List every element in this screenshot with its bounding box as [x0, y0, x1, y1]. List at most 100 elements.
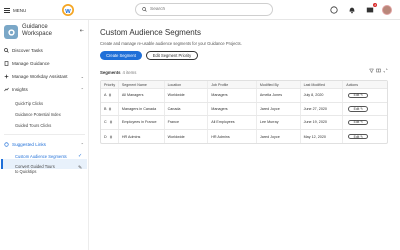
- sidebar: Guidance Workspace ⇤ Discover Tasks Mana…: [0, 20, 89, 250]
- sidebar-item-manage-guidance[interactable]: Manage Guidance: [4, 59, 86, 68]
- priority-value: D: [104, 134, 107, 139]
- create-segment-button[interactable]: Create Segment: [100, 51, 142, 60]
- checkmark-icon: ✓: [78, 153, 83, 159]
- actions-cell: Edit ✎: [343, 103, 387, 116]
- edit-button[interactable]: Edit ✎: [348, 119, 369, 126]
- job-profile-cell: Managers: [208, 102, 257, 116]
- sidebar-item-discover-tasks[interactable]: Discover Tasks: [4, 46, 86, 55]
- workspace-icon: [4, 25, 18, 39]
- page-title: Custom Audience Segments: [100, 28, 201, 37]
- job-profile-cell: Managers: [208, 89, 257, 102]
- sidebar-subitem-custom-audience-segments[interactable]: Custom Audience Segments: [15, 154, 67, 159]
- actions-cell: Edit ✎: [343, 116, 387, 129]
- col-header-segment-name[interactable]: Segment Name: [119, 81, 165, 88]
- sparkle-icon: [4, 74, 9, 79]
- sidebar-subitem-guided-tours-clicks[interactable]: Guided Tours Clicks: [15, 123, 51, 128]
- col-header-last-modified[interactable]: Last Modified: [301, 81, 344, 88]
- sidebar-subitem-guidance-potential-index[interactable]: Guidance Potential Index: [15, 112, 61, 117]
- segments-table: Priority Segment Name Location Job Profi…: [100, 80, 388, 145]
- search-icon: [142, 7, 147, 12]
- col-header-job-profile[interactable]: Job Profile: [208, 81, 257, 88]
- location-cell: Worldwide: [165, 129, 209, 144]
- drag-priority-icon[interactable]: [109, 120, 113, 125]
- col-header-modified-by[interactable]: Modified By: [257, 81, 301, 88]
- pencil-icon: ✎: [360, 106, 364, 111]
- edit-button[interactable]: Edit ✎: [348, 106, 369, 112]
- edit-label: Edit: [353, 120, 360, 125]
- notifications-button[interactable]: [346, 4, 357, 15]
- priority-value: A: [104, 93, 107, 98]
- pencil-icon: ✎: [360, 93, 364, 98]
- col-header-location[interactable]: Location: [165, 81, 209, 88]
- edit-label: Edit: [353, 93, 360, 98]
- inbox-icon: [366, 7, 373, 12]
- sidebar-item-insights[interactable]: Insights ⌃: [4, 85, 86, 94]
- modified-by-cell: Jared Joyce: [257, 102, 301, 116]
- magnifier-icon: [4, 48, 9, 53]
- sidebar-item-suggested-links[interactable]: Suggested Links ⌃: [4, 140, 86, 149]
- link-icon: [4, 142, 9, 147]
- priority-value: C: [104, 120, 107, 125]
- job-profile-cell: All Employees: [208, 116, 257, 129]
- segment-count-label: Segments: [100, 70, 121, 75]
- location-cell: Canada: [165, 102, 209, 116]
- edit-segment-priority-button[interactable]: Edit Segment Priority: [146, 51, 198, 60]
- pencil-icon: ✎: [360, 134, 364, 139]
- filter-icon[interactable]: [369, 68, 374, 73]
- edit-label: Edit: [353, 106, 360, 111]
- sidebar-item-label: Suggested Links: [12, 142, 46, 147]
- priority-value: B: [104, 106, 107, 111]
- modified-by-cell: Jared Joyce: [257, 129, 301, 144]
- segment-count-value: 4 items: [122, 70, 137, 75]
- segment-name-cell: Employees in France: [119, 116, 165, 129]
- drag-priority-icon[interactable]: [109, 134, 113, 139]
- document-icon: [4, 61, 9, 66]
- chevron-up-icon: ⌃: [80, 87, 84, 92]
- workday-logo[interactable]: w: [61, 3, 75, 17]
- sidebar-subitem-quicktip-clicks[interactable]: QuickTip Clicks: [15, 101, 43, 106]
- inbox-button[interactable]: 2: [364, 3, 377, 15]
- edit-label: Edit: [353, 134, 360, 139]
- priority-cell: B: [101, 102, 119, 116]
- edit-button[interactable]: Edit ✎: [348, 133, 369, 140]
- sidebar-item-manage-workday-assistant[interactable]: Manage Workday Assistant ⌄: [4, 72, 86, 81]
- segment-name-cell: HR Admins: [119, 129, 165, 144]
- col-header-priority[interactable]: Priority: [101, 81, 119, 88]
- search-box[interactable]: [135, 3, 273, 16]
- sidebar-divider: [4, 134, 85, 135]
- last-modified-cell: June 19, 2020: [301, 116, 344, 129]
- location-cell: France: [165, 116, 209, 129]
- svg-text:w: w: [64, 8, 71, 15]
- job-profile-cell: HR Admins: [208, 129, 257, 144]
- table-row: C Employees in France France All Employe…: [101, 116, 387, 130]
- search-input[interactable]: [150, 7, 260, 12]
- priority-cell: A: [101, 89, 119, 102]
- collapse-icon[interactable]: ⇤: [80, 28, 84, 34]
- sidebar-item-label: Insights: [12, 87, 28, 92]
- sidebar-subitem-convert-guided-tours[interactable]: Convert Guided Tours to Quicktips: [15, 164, 55, 175]
- last-modified-cell: May 12, 2020: [301, 129, 344, 144]
- pencil-icon: ✎: [360, 120, 364, 125]
- bell-icon: [349, 7, 354, 13]
- chat-icon: [329, 5, 338, 14]
- modified-by-cell: Lee Murray: [257, 116, 301, 129]
- expand-icon[interactable]: [383, 68, 388, 73]
- page-subtitle: Create and manage re-usable audience seg…: [100, 41, 242, 46]
- chat-button[interactable]: [328, 4, 339, 15]
- menu-label: MENU: [13, 7, 27, 13]
- drag-priority-icon[interactable]: [108, 93, 112, 97]
- table-row: B Managers in Canada Canada Managers Jar…: [101, 102, 387, 117]
- segment-name-cell: All Managers: [119, 89, 165, 102]
- sidebar-header: Guidance Workspace ⇤: [4, 24, 86, 42]
- sidebar-title: Guidance Workspace: [22, 24, 52, 37]
- segment-count: Segments 4 items: [100, 70, 136, 75]
- avatar[interactable]: [382, 4, 392, 15]
- drag-priority-icon[interactable]: [108, 107, 112, 111]
- table-row: A All Managers Worldwide Managers Amelia…: [101, 89, 387, 103]
- menu-button[interactable]: MENU: [4, 5, 26, 15]
- columns-icon[interactable]: [376, 68, 381, 73]
- edit-button[interactable]: Edit ✎: [348, 92, 369, 99]
- top-bar: MENU w 2: [0, 0, 400, 20]
- actions-cell: Edit ✎: [343, 130, 387, 144]
- last-modified-cell: June 27, 2020: [301, 102, 344, 116]
